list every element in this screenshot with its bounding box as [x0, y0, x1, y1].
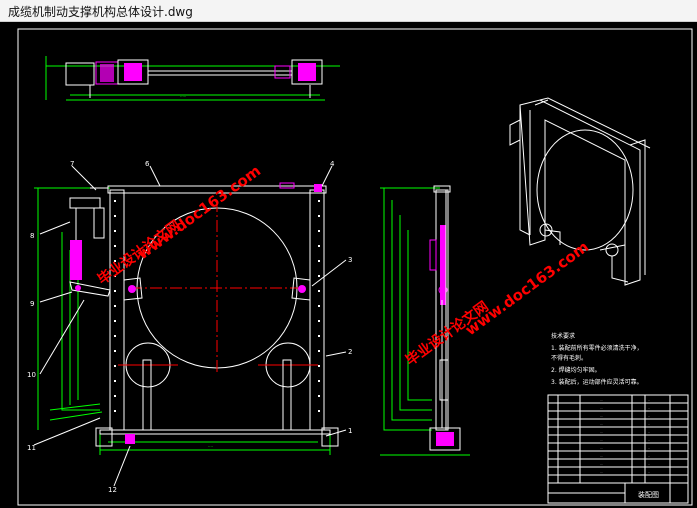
callout-6: 6 — [145, 160, 150, 168]
callout-8: 8 — [30, 232, 34, 240]
top-view: ····· — [45, 56, 340, 101]
callout-4: 4 — [330, 160, 335, 168]
svg-text:···: ··· — [600, 406, 603, 410]
svg-text:····: ···· — [208, 444, 213, 449]
technical-notes: 技术要求 1. 装配前所有零件必须清洗干净， 不得有毛刺。 2. 焊缝均匀牢固。… — [551, 332, 643, 386]
callout-12: 12 — [108, 486, 117, 494]
cad-viewer-window: 成缆机制动支撑机构总体设计.dwg ····· ···· 1 2 3 4 6 7… — [0, 0, 697, 508]
svg-text:···: ··· — [600, 430, 603, 434]
parts-list — [547, 394, 689, 504]
svg-text:···: ··· — [600, 422, 603, 426]
watermark-site-b: www.doc163.com — [462, 238, 592, 340]
svg-text:··: ·· — [648, 438, 650, 442]
svg-text:···: ··· — [600, 398, 603, 402]
svg-text:··: ·· — [648, 422, 650, 426]
notes-item-3: 3. 装配后，运动部件应灵活可靠。 — [551, 378, 643, 386]
notes-item-1b: 不得有毛刺。 — [551, 354, 587, 362]
notes-heading: 技术要求 — [551, 332, 575, 340]
svg-text:··: ·· — [648, 398, 650, 402]
callout-3: 3 — [348, 256, 352, 264]
title-block-name: 装配图 — [638, 490, 659, 499]
svg-text:···: ··· — [600, 438, 603, 442]
svg-text:··: ·· — [648, 454, 650, 458]
dim-text: ····· — [180, 94, 186, 99]
callout-11: 11 — [27, 444, 36, 452]
svg-text:···: ··· — [600, 414, 603, 418]
callout-1: 1 — [348, 427, 352, 435]
callout-9: 9 — [30, 300, 34, 308]
svg-text:··: ·· — [648, 462, 650, 466]
svg-text:···: ··· — [600, 454, 603, 458]
svg-text:··: ·· — [648, 430, 650, 434]
svg-text:··: ·· — [648, 406, 650, 410]
cad-drawing[interactable]: ····· ···· 1 2 3 4 6 7 8 9 10 11 12 技术要求… — [0, 22, 697, 508]
notes-item-1: 1. 装配前所有零件必须清洗干净， — [551, 344, 643, 352]
svg-text:··: ·· — [648, 446, 650, 450]
svg-text:···: ··· — [600, 462, 603, 466]
svg-text:···: ··· — [600, 446, 603, 450]
svg-text:··: ·· — [648, 470, 650, 474]
callout-2: 2 — [348, 348, 352, 356]
watermark-name-a: 毕业设计论文网 — [94, 217, 183, 288]
callout-7: 7 — [70, 160, 74, 168]
svg-text:···: ··· — [600, 470, 603, 474]
title-bar: 成缆机制动支撑机构总体设计.dwg — [0, 0, 697, 22]
window-title: 成缆机制动支撑机构总体设计.dwg — [8, 5, 193, 19]
callout-10: 10 — [27, 371, 36, 379]
notes-item-2: 2. 焊缝均匀牢固。 — [551, 366, 601, 374]
svg-text:··: ·· — [648, 414, 650, 418]
